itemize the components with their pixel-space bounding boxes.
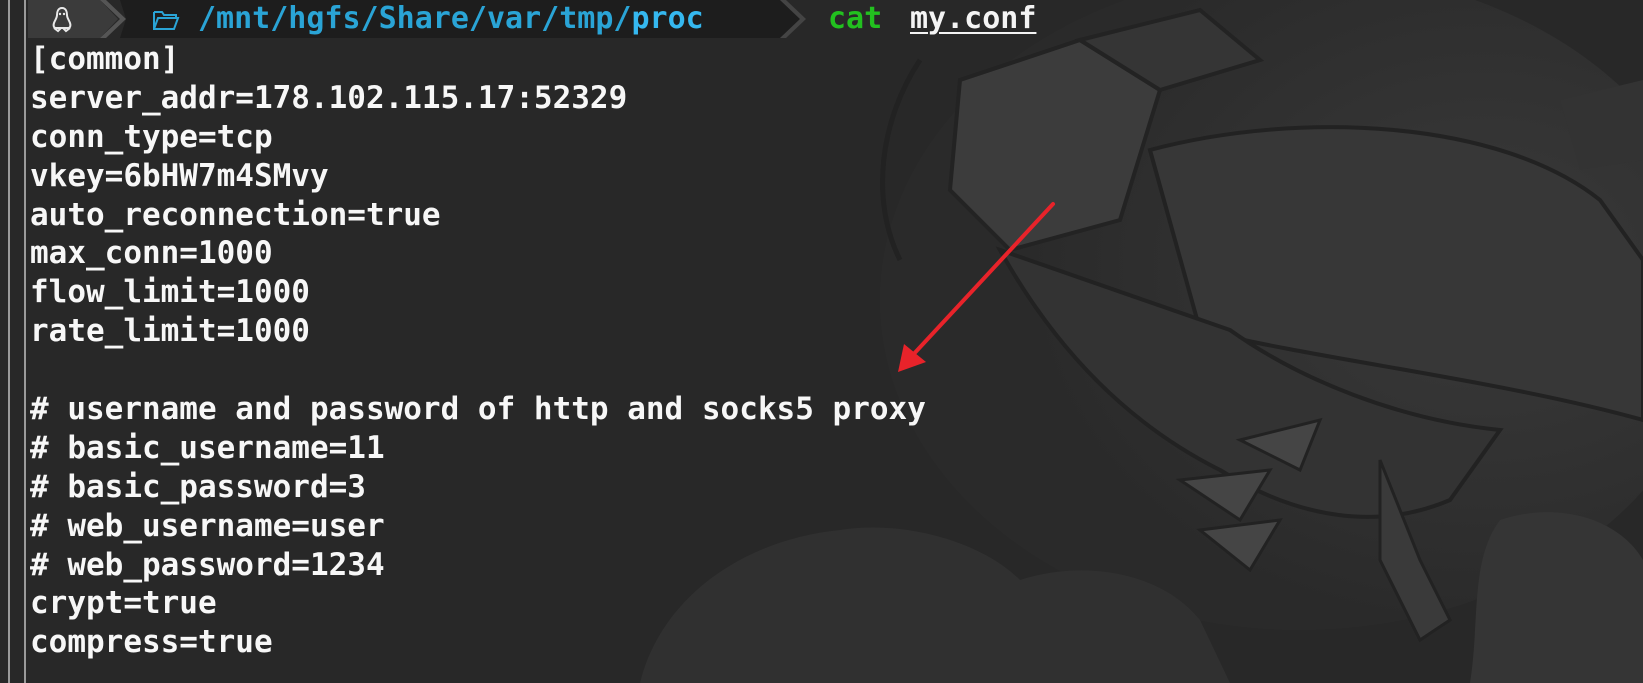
output-line: # web_password=1234 (30, 546, 385, 583)
window-border-left-inner (24, 0, 26, 683)
output-line: # username and password of http and sock… (30, 391, 926, 428)
command-name: cat (828, 1, 883, 36)
output-line: crypt=true (30, 585, 217, 622)
output-line: server_addr=178.102.115.17:52329 (30, 79, 628, 116)
folder-open-icon (153, 11, 180, 30)
output-line: rate_limit=1000 (30, 313, 310, 350)
current-directory-path: /mnt/hgfs/Share/var/tmp/proc (198, 2, 704, 36)
output-line: max_conn=1000 (30, 235, 273, 272)
path-leaf: proc (631, 1, 704, 36)
path-dir: /mnt/hgfs/Share/var/tmp/ (198, 1, 632, 36)
output-line-blank (30, 351, 926, 390)
command-argument: my.conf (910, 1, 1037, 36)
output-line: # basic_username=11 (30, 429, 385, 466)
terminal-output: [common] server_addr=178.102.115.17:52329… (30, 40, 926, 662)
linux-penguin-icon (52, 6, 72, 33)
output-line: flow_limit=1000 (30, 274, 310, 311)
output-line: [common] (30, 41, 180, 77)
output-line: compress=true (30, 624, 273, 661)
output-line: # web_username=user (30, 507, 385, 544)
window-border-left-outer (8, 0, 10, 683)
shell-prompt: /mnt/hgfs/Share/var/tmp/proc cat my.conf (28, 0, 1228, 38)
output-line: conn_type=tcp (30, 118, 273, 155)
output-line: vkey=6bHW7m4SMvy (30, 157, 329, 194)
output-line: auto_reconnection=true (30, 196, 441, 233)
output-line: # basic_password=3 (30, 468, 366, 505)
